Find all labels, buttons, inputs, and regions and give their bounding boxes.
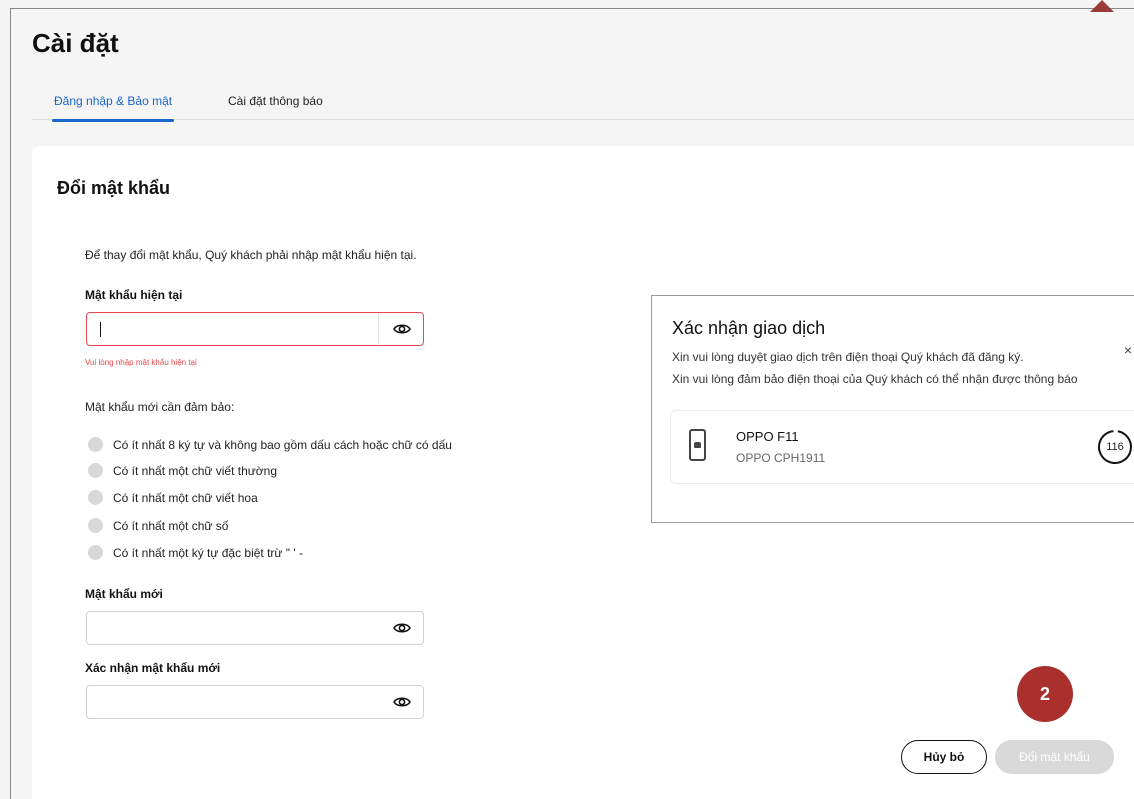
section-title: Đổi mật khẩu: [57, 178, 171, 198]
eye-icon[interactable]: [393, 621, 411, 635]
eye-icon[interactable]: [393, 322, 411, 336]
device-name: OPPO F11: [736, 429, 799, 444]
status-dot-icon: [88, 545, 103, 560]
new-password-box: [86, 611, 424, 645]
pointer-arrow-icon: [1090, 0, 1114, 12]
android-phone-icon: [689, 429, 706, 461]
status-dot-icon: [88, 437, 103, 452]
current-password-error: Vui lòng nhập mật khẩu hiện tại: [85, 358, 197, 367]
transaction-confirm-dialog: Xác nhận giao dịch Xin vui lòng duyệt gi…: [651, 295, 1134, 523]
settings-tabs: Đăng nhập & Bảo mật Cài đặt thông báo: [32, 94, 1134, 122]
status-dot-icon: [88, 463, 103, 478]
divider: [378, 313, 379, 345]
requirement-text: Có ít nhất 8 ký tự và không bao gồm dấu …: [113, 438, 452, 452]
requirements-title: Mật khẩu mới cần đảm bảo:: [85, 400, 235, 414]
requirement-text: Có ít nhất một chữ viết thường: [113, 464, 278, 478]
dialog-title: Xác nhận giao dịch: [672, 318, 826, 338]
step-badge: 2: [1017, 666, 1073, 722]
new-password-label: Mật khẩu mới: [85, 587, 163, 601]
requirement-text: Có ít nhất một ký tự đặc biệt trừ " ' -: [113, 546, 304, 560]
close-icon[interactable]: ×: [1124, 342, 1132, 358]
current-password-label: Mật khẩu hiện tại: [85, 288, 183, 302]
current-password-input[interactable]: [97, 319, 367, 339]
current-password-box: [86, 312, 424, 346]
dialog-line-1: Xin vui lòng duyệt giao dịch trên điện t…: [672, 350, 1024, 364]
status-dot-icon: [88, 518, 103, 533]
page-title: Cài đặt: [32, 28, 119, 58]
status-dot-icon: [88, 490, 103, 505]
new-password-input[interactable]: [97, 618, 367, 638]
tab-notification-settings[interactable]: Cài đặt thông báo: [228, 94, 323, 120]
confirm-password-label: Xác nhận mật khẩu mới: [85, 661, 221, 675]
requirement-text: Có ít nhất một chữ số: [113, 519, 229, 533]
tab-login-security[interactable]: Đăng nhập & Bảo mật: [51, 94, 175, 122]
cancel-button[interactable]: Hủy bỏ: [901, 740, 987, 774]
eye-icon[interactable]: [393, 695, 411, 709]
dialog-line-2: Xin vui lòng đảm bảo điện thoại của Quý …: [672, 372, 1078, 386]
change-password-button[interactable]: Đổi mật khẩu: [995, 740, 1114, 774]
text-caret: [100, 322, 101, 337]
confirm-password-box: [86, 685, 424, 719]
countdown-value: 116: [1106, 441, 1124, 453]
requirement-text: Có ít nhất một chữ viết hoa: [113, 491, 258, 505]
confirm-password-input[interactable]: [97, 692, 367, 712]
intro-text: Để thay đổi mật khẩu, Quý khách phải nhậ…: [85, 248, 417, 262]
device-model: OPPO CPH1911: [736, 451, 826, 465]
device-card: OPPO F11 OPPO CPH1911 116: [670, 410, 1134, 484]
